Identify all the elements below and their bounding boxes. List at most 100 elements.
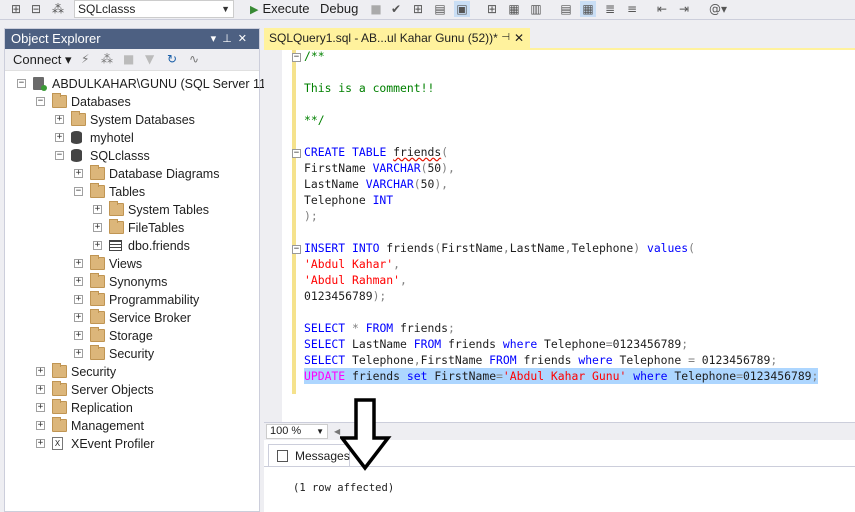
specify-values-icon[interactable]: @▾ [704, 1, 732, 17]
expand-icon[interactable]: + [74, 295, 83, 304]
expand-icon[interactable]: + [74, 259, 83, 268]
database-select[interactable]: SQLclasss ▼ [74, 0, 234, 18]
folder-icon [52, 381, 67, 396]
folder-icon [52, 363, 67, 378]
expand-icon[interactable]: + [93, 241, 102, 250]
code-line: LastName VARCHAR(50), [304, 177, 449, 191]
tree-node-label: FileTables [128, 221, 185, 235]
tree-node-label: dbo.friends [128, 239, 190, 253]
outdent-icon[interactable]: ≣ [602, 1, 618, 17]
collapse-icon[interactable]: − [55, 151, 64, 160]
tree-node-label: Replication [71, 401, 133, 415]
expand-icon[interactable]: + [93, 223, 102, 232]
expand-icon[interactable]: + [55, 115, 64, 124]
editor-tab[interactable]: SQLQuery1.sql - AB...ul Kahar Gunu (52))… [264, 28, 530, 48]
folder-icon [90, 273, 105, 288]
results-message: (1 row affected) [293, 482, 395, 494]
folder-icon [52, 399, 67, 414]
intellisense-icon[interactable]: ▣ [454, 1, 470, 17]
expand-icon[interactable]: + [74, 349, 83, 358]
toolbar-icon-2[interactable]: ⊟ [28, 1, 44, 17]
folder-icon [71, 111, 86, 126]
code-line: FirstName VARCHAR(50), [304, 161, 455, 175]
expand-icon[interactable]: + [93, 205, 102, 214]
execute-button[interactable]: ▶ Execute [250, 1, 309, 17]
connect-button[interactable]: Connect ▾ [13, 52, 72, 68]
stop-icon[interactable]: ■ [368, 1, 384, 17]
query-editor[interactable]: − /** This is a comment!! **/ − CREATE T… [264, 50, 855, 422]
collapse-icon[interactable]: − [74, 187, 83, 196]
expand-icon[interactable]: + [74, 313, 83, 322]
outline-collapse-icon[interactable]: − [292, 53, 301, 62]
tab-messages[interactable]: Messages [268, 444, 350, 466]
code-line: SELECT LastName FROM friends where Telep… [304, 337, 689, 351]
stop-icon[interactable]: ■ [123, 52, 134, 66]
folder-icon [90, 309, 105, 324]
main-toolbar: ⊞ ⊟ ⁂ SQLclasss ▼ ▶ Execute Debug ■ ✔ ⊞ ▤… [0, 0, 855, 20]
play-icon: ▶ [250, 4, 259, 16]
query-options-icon[interactable]: ▤ [432, 1, 448, 17]
table-icon [109, 240, 122, 251]
toolbar-icon-3[interactable]: ⁂ [50, 1, 66, 17]
folder-icon [52, 93, 67, 108]
activity-monitor-icon[interactable]: ∿ [189, 52, 199, 66]
folder-icon [90, 291, 105, 306]
messages-icon [277, 450, 288, 462]
pin-icon[interactable]: ⊣ [501, 28, 510, 48]
folder-icon [90, 165, 105, 180]
tree-node-label: Synonyms [109, 275, 168, 289]
tree-node-label: Server Objects [71, 383, 154, 397]
expand-icon[interactable]: + [36, 385, 45, 394]
increase-indent-icon[interactable]: ⇥ [676, 1, 692, 17]
folder-icon [52, 417, 67, 432]
folder-icon [109, 219, 124, 234]
collapse-icon[interactable]: − [36, 97, 45, 106]
connect-label: Connect [13, 52, 62, 67]
debug-label: Debug [320, 1, 359, 16]
database-select-value: SQLclasss [78, 2, 136, 16]
folder-icon [90, 255, 105, 270]
expand-icon[interactable]: + [36, 439, 45, 448]
expand-icon[interactable]: + [36, 421, 45, 430]
filter-icon[interactable]: ▼ [145, 52, 154, 66]
results-grid-icon[interactable]: ▦ [506, 1, 522, 17]
tree-node-label: System Tables [128, 203, 210, 217]
uncomment-icon[interactable]: ▦ [580, 1, 596, 17]
refresh-icon[interactable]: ↻ [167, 52, 177, 66]
code-line: 0123456789); [304, 289, 387, 303]
close-icon[interactable]: ✕ [514, 28, 524, 48]
expand-icon[interactable]: + [74, 331, 83, 340]
indent-icon[interactable]: ≡ [624, 1, 640, 17]
collapse-icon[interactable]: − [17, 79, 26, 88]
code-line: /** [304, 50, 325, 63]
disconnect-icon[interactable]: ⁂ [101, 52, 113, 66]
panel-window-icons[interactable]: ▾⊥✕ [211, 29, 253, 49]
parse-check-icon[interactable]: ✔ [388, 1, 404, 17]
comment-icon[interactable]: ▤ [558, 1, 574, 17]
tree-node-label: myhotel [90, 131, 134, 145]
code-line: 'Abdul Rahman', [304, 273, 407, 287]
outline-collapse-icon[interactable]: − [292, 149, 301, 158]
expand-icon[interactable]: + [74, 169, 83, 178]
code-line: SELECT Telephone,FirstName FROM friends … [304, 353, 778, 367]
tree-node-label: System Databases [90, 113, 195, 127]
object-explorer-panel: Object Explorer ▾⊥✕ Connect ▾ ⚡ ⁂ ■ ▼ ↻ … [4, 28, 280, 512]
results-file-icon[interactable]: ▥ [528, 1, 544, 17]
toolbar-icon-1[interactable]: ⊞ [8, 1, 24, 17]
outline-collapse-icon[interactable]: − [292, 245, 301, 254]
expand-icon[interactable]: + [36, 403, 45, 412]
expand-icon[interactable]: + [74, 277, 83, 286]
tree-node-label: ABDULKAHAR\GUNU (SQL Server 11.0. [52, 77, 280, 91]
chevron-down-icon: ▼ [221, 4, 230, 14]
expand-icon[interactable]: + [36, 367, 45, 376]
results-to-icon[interactable]: ⊞ [484, 1, 500, 17]
code-line: This is a comment!! [304, 81, 435, 95]
zoom-select[interactable]: 100 % ▼ [266, 424, 328, 439]
debug-button[interactable]: Debug [320, 1, 358, 17]
folder-icon [90, 183, 105, 198]
plan-icon[interactable]: ⊞ [410, 1, 426, 17]
connect-plug-icon[interactable]: ⚡ [81, 52, 89, 66]
tree-node-label: Management [71, 419, 144, 433]
decrease-indent-icon[interactable]: ⇤ [654, 1, 670, 17]
expand-icon[interactable]: + [55, 133, 64, 142]
